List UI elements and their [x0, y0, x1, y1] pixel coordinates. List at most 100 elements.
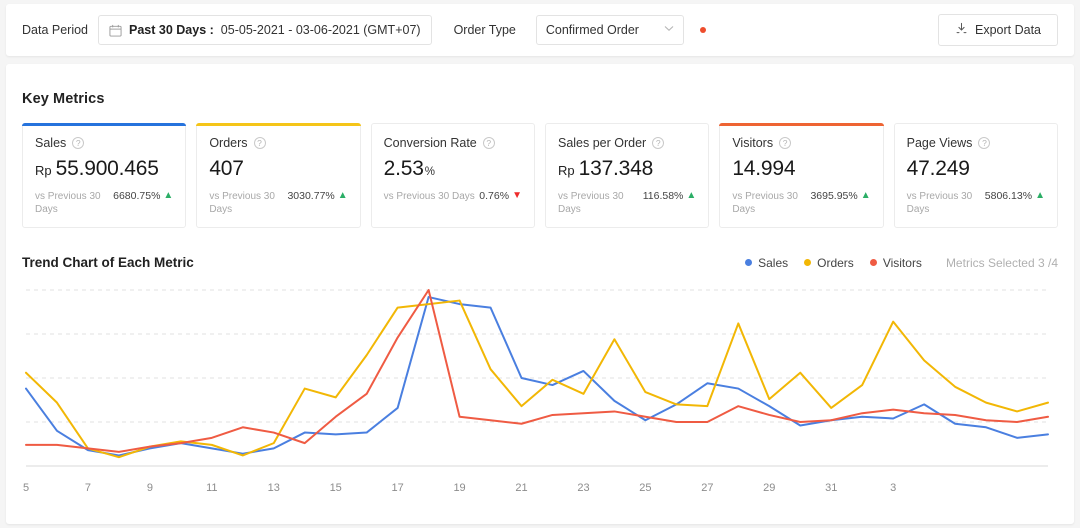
key-metrics-title: Key Metrics — [22, 91, 105, 107]
question-circle-icon[interactable]: ? — [978, 137, 990, 149]
legend-label: Sales — [758, 256, 788, 270]
question-circle-icon[interactable]: ? — [779, 137, 791, 149]
legend-dot-sales — [745, 259, 752, 266]
x-axis-tick-label: 3 — [890, 482, 896, 494]
metric-compare-row: vs Previous 30 Days 6680.75% ▲ — [35, 190, 173, 216]
chart-legend: Sales Orders Visitors Metrics Selected 3… — [745, 256, 1058, 270]
card-header: Page Views ? — [907, 136, 1045, 150]
compare-label: vs Previous 30 Days — [732, 190, 810, 216]
legend-label: Orders — [817, 256, 854, 270]
x-axis-tick-label: 27 — [701, 482, 713, 494]
metric-compare-row: vs Previous 30 Days 0.76% ▼ — [384, 190, 522, 203]
analytics-dashboard: Data Period Past 30 Days : 05-05-2021 - … — [0, 0, 1080, 528]
value-suffix: % — [425, 166, 435, 178]
card-header: Sales per Order ? — [558, 136, 696, 150]
metric-value-row: 2.53 % — [384, 157, 522, 181]
trend-chart-header: Trend Chart of Each Metric Sales Orders … — [22, 255, 1058, 270]
metric-compare-row: vs Previous 30 Days 3695.95% ▲ — [732, 190, 870, 216]
x-axis-tick-label: 21 — [515, 482, 527, 494]
x-axis-tick-label: 23 — [577, 482, 589, 494]
question-circle-icon[interactable]: ? — [72, 137, 84, 149]
metric-card-conversion-rate[interactable]: Conversion Rate ? 2.53 % vs Previous 30 … — [371, 123, 535, 228]
chart-series-sales — [26, 297, 1048, 455]
red-dot-indicator — [700, 27, 706, 33]
order-type-filter: Order Type Confirmed Order — [454, 15, 706, 45]
legend-item-visitors[interactable]: Visitors — [870, 256, 922, 270]
card-header: Conversion Rate ? — [384, 136, 522, 150]
metric-name: Visitors — [732, 136, 773, 150]
data-period-label: Data Period — [22, 23, 88, 37]
export-data-button[interactable]: Export Data — [938, 14, 1058, 46]
legend-label: Visitors — [883, 256, 922, 270]
x-axis-tick-label: 9 — [147, 482, 153, 494]
metric-card-sales[interactable]: Sales ? Rp 55.900.465 vs Previous 30 Day… — [22, 123, 186, 228]
delta-text: 6680.75% — [113, 190, 160, 202]
delta-value: 116.58% ▲ — [643, 190, 697, 202]
order-type-select[interactable]: Confirmed Order — [536, 15, 684, 45]
delta-text: 3030.77% — [287, 190, 334, 202]
metric-value: 14.994 — [732, 157, 795, 181]
metric-card-visitors[interactable]: Visitors ? 14.994 vs Previous 30 Days 36… — [719, 123, 883, 228]
arrow-up-icon: ▲ — [686, 191, 696, 201]
trend-chart[interactable]: 57911131517192123252729313 — [22, 286, 1058, 508]
metric-name: Page Views — [907, 136, 973, 150]
metric-value: 55.900.465 — [56, 157, 159, 181]
metric-value: 47.249 — [907, 157, 970, 181]
metric-name: Sales — [35, 136, 66, 150]
metric-value-row: 14.994 — [732, 157, 870, 181]
card-header: Sales ? — [35, 136, 173, 150]
compare-label: vs Previous 30 Days — [384, 190, 475, 203]
delta-value: 6680.75% ▲ — [113, 190, 173, 202]
question-circle-icon[interactable]: ? — [483, 137, 495, 149]
compare-label: vs Previous 30 Days — [35, 190, 113, 216]
metric-compare-row: vs Previous 30 Days 116.58% ▲ — [558, 190, 696, 216]
metric-compare-row: vs Previous 30 Days 5806.13% ▲ — [907, 190, 1045, 216]
filter-toolbar: Data Period Past 30 Days : 05-05-2021 - … — [6, 4, 1074, 56]
x-axis-tick-label: 11 — [206, 482, 217, 494]
delta-text: 0.76% — [479, 190, 509, 202]
metric-card-page-views[interactable]: Page Views ? 47.249 vs Previous 30 Days … — [894, 123, 1058, 228]
delta-value: 3030.77% ▲ — [287, 190, 347, 202]
chart-series-orders — [26, 301, 1048, 458]
legend-item-orders[interactable]: Orders — [804, 256, 854, 270]
delta-value: 0.76% ▼ — [479, 190, 522, 202]
legend-dot-orders — [804, 259, 811, 266]
metric-value: 137.348 — [579, 157, 654, 181]
metric-card-orders[interactable]: Orders ? 407 vs Previous 30 Days 3030.77… — [196, 123, 360, 228]
x-axis-tick-label: 29 — [763, 482, 775, 494]
delta-text: 5806.13% — [985, 190, 1032, 202]
value-prefix: Rp — [558, 163, 575, 178]
x-axis-tick-label: 7 — [85, 482, 91, 494]
arrow-up-icon: ▲ — [163, 191, 173, 201]
metric-value-row: Rp 137.348 — [558, 157, 696, 181]
chart-x-axis-labels: 57911131517192123252729313 — [22, 482, 1058, 502]
export-data-label: Export Data — [975, 23, 1041, 37]
delta-text: 3695.95% — [810, 190, 857, 202]
period-range: 05-05-2021 - 03-06-2021 (GMT+07) — [221, 23, 421, 37]
date-period-picker[interactable]: Past 30 Days : 05-05-2021 - 03-06-2021 (… — [98, 15, 432, 45]
calendar-icon — [109, 24, 122, 37]
period-name: Past 30 Days : — [129, 23, 214, 37]
x-axis-tick-label: 13 — [268, 482, 280, 494]
order-type-label: Order Type — [454, 23, 516, 37]
question-circle-icon[interactable]: ? — [254, 137, 266, 149]
key-metrics-card-list: Sales ? Rp 55.900.465 vs Previous 30 Day… — [22, 123, 1058, 228]
value-prefix: Rp — [35, 163, 52, 178]
metrics-selected-count: Metrics Selected 3 /4 — [946, 256, 1058, 270]
trend-chart-title: Trend Chart of Each Metric — [22, 255, 194, 270]
metric-value-row: 47.249 — [907, 157, 1045, 181]
metric-value: 2.53 — [384, 157, 424, 181]
metric-name: Conversion Rate — [384, 136, 477, 150]
compare-label: vs Previous 30 Days — [209, 190, 287, 216]
chevron-down-icon — [664, 25, 674, 35]
metric-card-sales-per-order[interactable]: Sales per Order ? Rp 137.348 vs Previous… — [545, 123, 709, 228]
card-header: Visitors ? — [732, 136, 870, 150]
card-accent-bar — [22, 123, 186, 126]
delta-value: 3695.95% ▲ — [810, 190, 870, 202]
question-circle-icon[interactable]: ? — [652, 137, 664, 149]
metric-name: Orders — [209, 136, 247, 150]
x-axis-tick-label: 19 — [453, 482, 465, 494]
legend-item-sales[interactable]: Sales — [745, 256, 788, 270]
x-axis-tick-label: 5 — [23, 482, 29, 494]
x-axis-tick-label: 31 — [825, 482, 837, 494]
